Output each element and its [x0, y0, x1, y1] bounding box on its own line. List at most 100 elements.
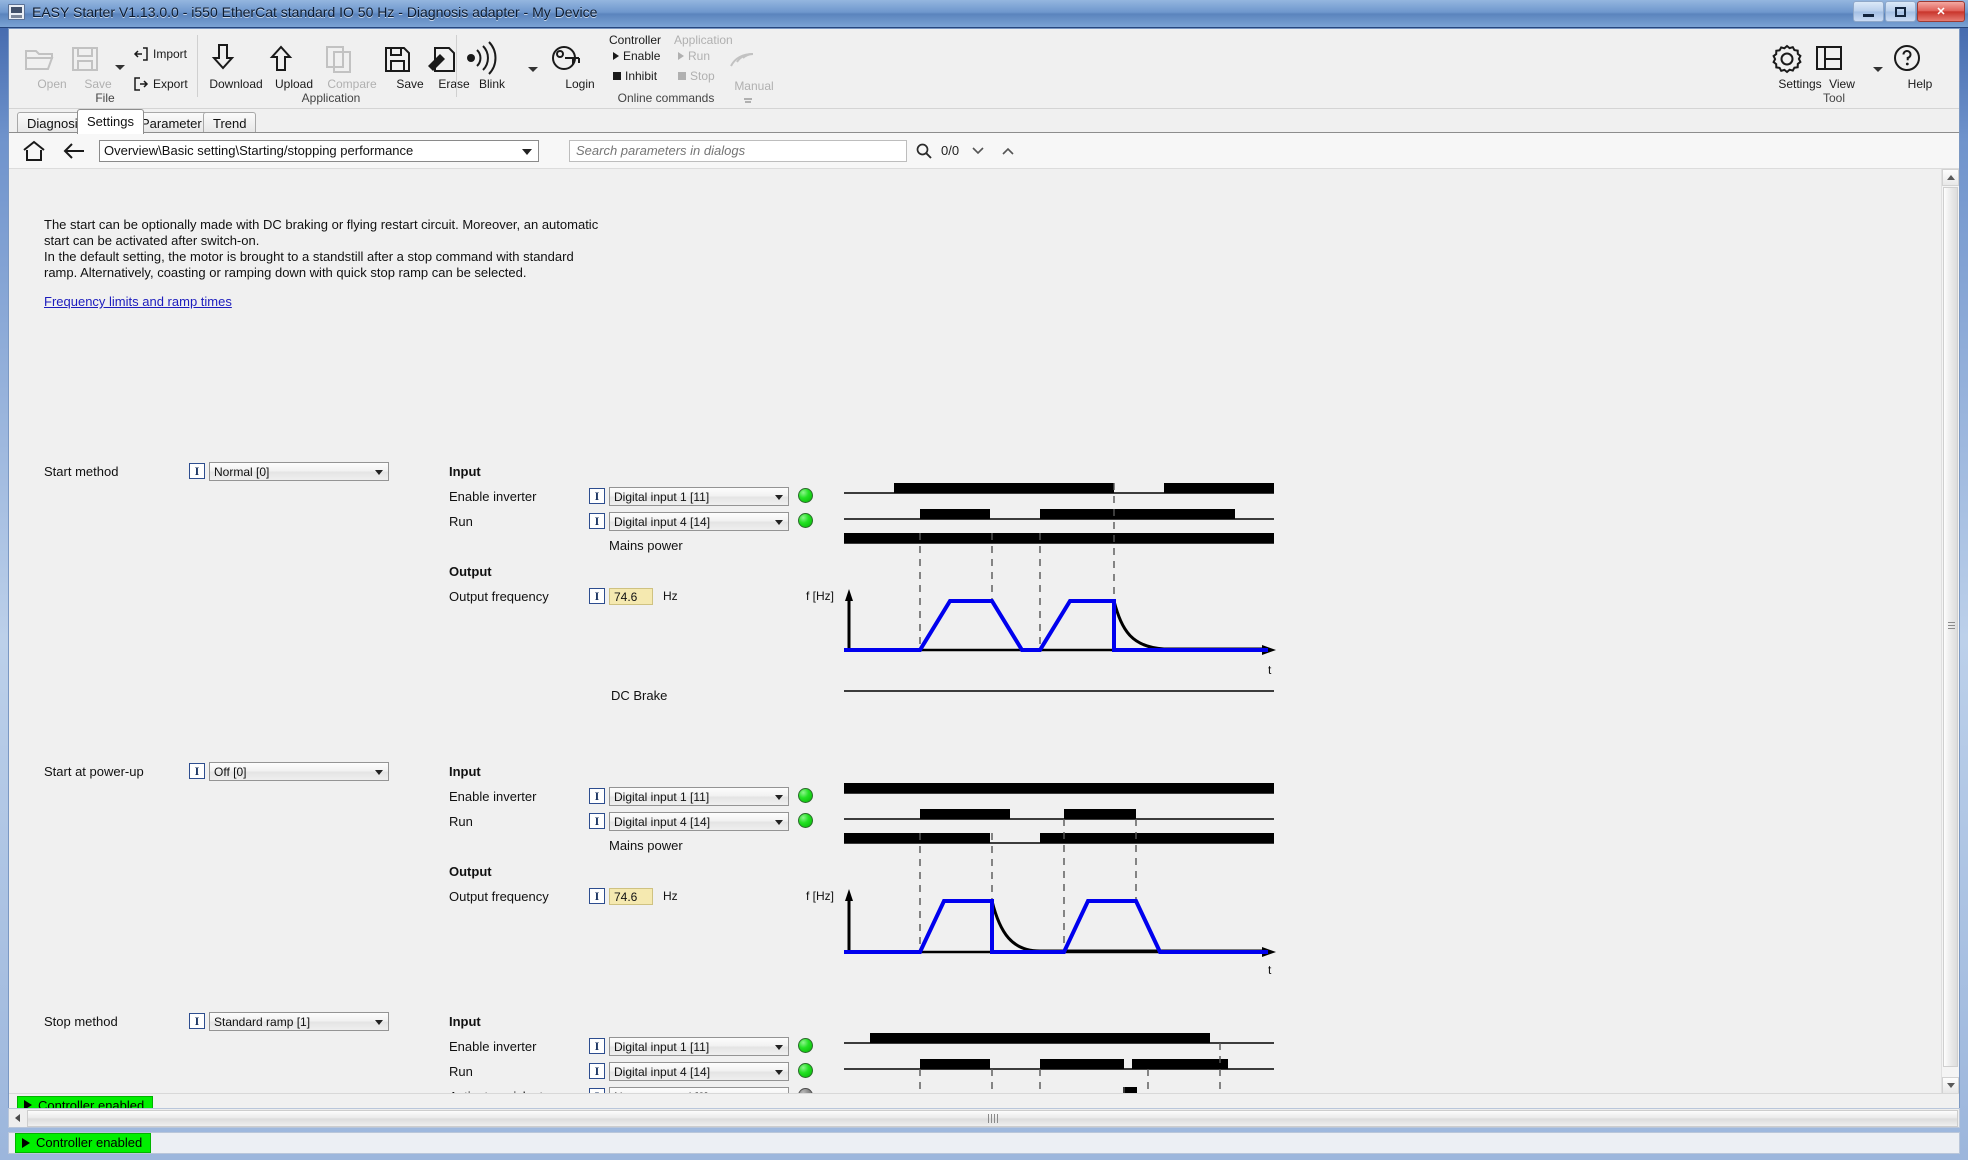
expand-icon — [742, 95, 754, 105]
path-combobox[interactable]: Overview\Basic setting\Starting/stopping… — [99, 140, 539, 162]
home-button[interactable] — [19, 137, 49, 165]
s3-input-heading: Input — [449, 1014, 481, 1029]
search-prev-button[interactable] — [997, 146, 1019, 156]
hand-icon — [723, 42, 785, 78]
s1-enable-inverter-combobox[interactable]: Digital input 1 [11] — [609, 487, 789, 506]
s2-run-value: Digital input 4 [14] — [614, 815, 710, 829]
tab-trend[interactable]: Trend — [203, 112, 256, 133]
chevron-down-icon — [375, 470, 383, 475]
client-area: Open Save Import Export — [8, 28, 1960, 1118]
start-method-combobox[interactable]: Normal [0] — [209, 462, 389, 481]
window-title: EASY Starter V1.13.0.0 - i550 EtherCat s… — [32, 4, 597, 20]
s3-run-param-icon[interactable]: I — [589, 1063, 605, 1079]
s3-enable-inverter-combobox[interactable]: Digital input 1 [11] — [609, 1037, 789, 1056]
tab-settings[interactable]: Settings — [77, 109, 144, 134]
chevron-left-icon — [15, 1114, 20, 1122]
s1-run-led — [798, 513, 813, 528]
stop-method-param-icon[interactable]: I — [189, 1013, 205, 1029]
s1-output-frequency-param-icon[interactable]: I — [589, 588, 605, 604]
s1-mains-power-label: Mains power — [609, 538, 683, 553]
scroll-up-button[interactable] — [1942, 169, 1959, 186]
search-next-button[interactable] — [967, 146, 989, 156]
maximize-icon — [1895, 7, 1906, 17]
frequency-limits-link[interactable]: Frequency limits and ramp times — [44, 294, 232, 309]
s2-run-combobox[interactable]: Digital input 4 [14] — [609, 812, 789, 831]
stop-label: Stop — [690, 69, 715, 83]
import-label: Import — [153, 47, 187, 61]
s3-run-combobox[interactable]: Digital input 4 [14] — [609, 1062, 789, 1081]
save-dropdown-button[interactable] — [115, 57, 125, 75]
ribbon-expand-button[interactable] — [742, 95, 754, 105]
back-arrow-icon — [62, 142, 86, 160]
download-icon — [205, 40, 267, 76]
run-label: Run — [688, 49, 710, 63]
hscroll-left-button[interactable] — [9, 1109, 26, 1127]
chevron-down-icon — [115, 65, 125, 70]
ribbon-group-online-label: Online commands — [571, 91, 761, 105]
window-controls: ✕ — [1853, 1, 1965, 22]
description-line-2: start can be activated after switch-on. — [44, 233, 598, 249]
upload-icon — [263, 40, 325, 76]
minimize-button[interactable] — [1853, 1, 1884, 22]
export-icon — [133, 76, 149, 92]
back-button[interactable] — [59, 137, 89, 165]
s1-enable-inverter-param-icon[interactable]: I — [589, 488, 605, 504]
maximize-button[interactable] — [1885, 1, 1916, 22]
chevron-down-icon — [375, 1020, 383, 1025]
s2-enable-inverter-combobox[interactable]: Digital input 1 [11] — [609, 787, 789, 806]
s1-run-combobox[interactable]: Digital input 4 [14] — [609, 512, 789, 531]
blink-label: Blink — [461, 78, 523, 91]
view-dropdown-button[interactable] — [1873, 59, 1883, 77]
path-combobox-value: Overview\Basic setting\Starting/stopping… — [104, 143, 413, 158]
search-input[interactable] — [569, 140, 907, 162]
close-button[interactable]: ✕ — [1917, 1, 1965, 22]
chevron-down-icon — [775, 820, 783, 825]
content-vertical-scrollbar[interactable] — [1941, 169, 1959, 1094]
view-button[interactable]: View — [1811, 37, 1873, 91]
tab-diagnosis-label: Diagnosis — [27, 116, 84, 131]
outer-controller-status-text: Controller enabled — [36, 1135, 142, 1150]
section-start-method: Start method I Normal [0] Input Enable i… — [9, 319, 1309, 569]
s2-run-param-icon[interactable]: I — [589, 813, 605, 829]
s1-run-label: Run — [449, 514, 473, 529]
import-button[interactable]: Import — [133, 46, 187, 62]
section-start-at-power-up: Start at power-up I Off [0] Input Enable… — [9, 619, 1309, 869]
search-icon[interactable] — [915, 142, 933, 160]
start-at-power-up-combobox[interactable]: Off [0] — [209, 762, 389, 781]
compare-button[interactable]: Compare — [321, 37, 383, 91]
help-button[interactable]: Help — [1889, 37, 1951, 91]
ribbon-separator-1 — [197, 35, 198, 97]
s1-run-param-icon[interactable]: I — [589, 513, 605, 529]
title-bar: EASY Starter V1.13.0.0 - i550 EtherCat s… — [0, 0, 1968, 28]
manual-button[interactable]: Manual — [723, 39, 785, 93]
login-button[interactable]: Login — [549, 37, 611, 91]
run-button[interactable]: Run — [678, 49, 710, 63]
s3-run-led — [798, 1063, 813, 1078]
stop-method-combobox[interactable]: Standard ramp [1] — [209, 1012, 389, 1031]
help-label: Help — [1889, 78, 1951, 91]
download-button[interactable]: Download — [205, 37, 267, 91]
inhibit-button[interactable]: Inhibit — [613, 69, 657, 83]
s2-enable-inverter-param-icon[interactable]: I — [589, 788, 605, 804]
upload-button[interactable]: Upload — [263, 37, 325, 91]
stop-button[interactable]: Stop — [678, 69, 715, 83]
scroll-down-button[interactable] — [1942, 1077, 1959, 1094]
s3-enable-inverter-param-icon[interactable]: I — [589, 1038, 605, 1054]
blink-dropdown-button[interactable] — [528, 59, 538, 77]
play-triangle-icon — [22, 1138, 30, 1148]
vertical-scroll-thumb[interactable] — [1943, 187, 1958, 1067]
login-label: Login — [549, 78, 611, 91]
outer-status-bar: Controller enabled — [8, 1132, 1960, 1154]
chevron-down-icon — [522, 149, 532, 155]
horizontal-scroll-thumb[interactable] — [27, 1110, 1958, 1127]
export-button[interactable]: Export — [133, 76, 188, 92]
help-question-icon — [1889, 40, 1951, 76]
enable-button[interactable]: Enable — [613, 49, 660, 63]
tab-settings-label: Settings — [87, 114, 134, 129]
start-method-param-icon[interactable]: I — [189, 463, 205, 479]
window-horizontal-scrollbar[interactable] — [8, 1108, 1960, 1128]
blink-button[interactable]: Blink — [461, 37, 523, 91]
description-text: The start can be optionally made with DC… — [44, 217, 598, 281]
search-area: 0/0 — [569, 140, 1019, 162]
start-at-power-up-param-icon[interactable]: I — [189, 763, 205, 779]
